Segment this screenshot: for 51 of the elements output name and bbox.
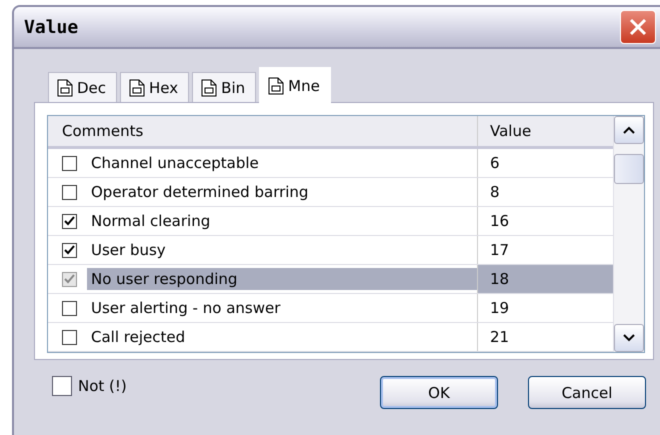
list-row[interactable]: Normal clearing 16 — [48, 207, 613, 236]
checkbox-label: Not (!) — [78, 376, 127, 394]
checkbox[interactable] — [62, 184, 77, 200]
scroll-up-button[interactable] — [614, 116, 644, 144]
comment-text: Call rejected — [90, 327, 186, 348]
list-row[interactable]: Call rejected 21 — [48, 323, 613, 352]
column-header[interactable]: Comments — [48, 116, 478, 146]
scroll-down-button[interactable] — [614, 324, 644, 352]
scroll-thumb[interactable] — [614, 154, 644, 184]
value-text: 17 — [489, 240, 510, 261]
check-icon — [64, 244, 75, 256]
checkbox[interactable] — [62, 156, 77, 170]
comment-text: User alerting - no answer — [90, 298, 282, 319]
close-icon — [627, 16, 649, 38]
scrollbar[interactable] — [613, 116, 644, 352]
checkbox[interactable] — [52, 376, 72, 396]
comment-text: User busy — [90, 240, 167, 261]
comment-text: No user responding — [87, 268, 477, 290]
checkbox[interactable] — [62, 214, 77, 228]
tab[interactable]: Mne — [259, 67, 331, 103]
value-text: 8 — [489, 182, 501, 203]
column-header[interactable]: Value — [478, 116, 613, 146]
list-row[interactable]: Operator determined barring 8 — [48, 178, 613, 207]
value-text: 16 — [489, 211, 510, 232]
checkbox[interactable] — [62, 330, 77, 344]
document-icon — [129, 78, 146, 96]
tab[interactable]: Hex — [120, 72, 190, 102]
dialog-button[interactable]: OK — [380, 376, 498, 409]
value-text: 19 — [489, 298, 510, 319]
checkbox[interactable] — [62, 242, 77, 258]
list-row[interactable]: Channel unacceptable 6 — [48, 149, 613, 178]
tab[interactable]: Dec — [48, 72, 118, 102]
document-icon — [57, 78, 73, 96]
list-row[interactable]: No user responding 18 — [48, 265, 613, 294]
window-title: Value — [24, 16, 78, 38]
checkbox[interactable] — [62, 272, 77, 286]
check-icon — [64, 274, 75, 284]
document-icon — [268, 76, 284, 94]
comment-text: Operator determined barring — [90, 182, 310, 203]
value-text: 21 — [489, 327, 510, 348]
value-text: 18 — [478, 265, 613, 293]
comment-text: Channel unacceptable — [90, 153, 260, 174]
value-text: 6 — [489, 153, 501, 174]
check-icon — [64, 216, 75, 226]
comment-text: Normal clearing — [90, 211, 212, 232]
checkbox[interactable] — [62, 300, 77, 316]
list-row[interactable]: User alerting - no answer 19 — [48, 294, 613, 323]
close-button[interactable] — [620, 10, 656, 44]
dialog-button[interactable]: Cancel — [528, 376, 646, 409]
tab[interactable]: Bin — [192, 72, 256, 102]
document-icon — [201, 78, 218, 96]
